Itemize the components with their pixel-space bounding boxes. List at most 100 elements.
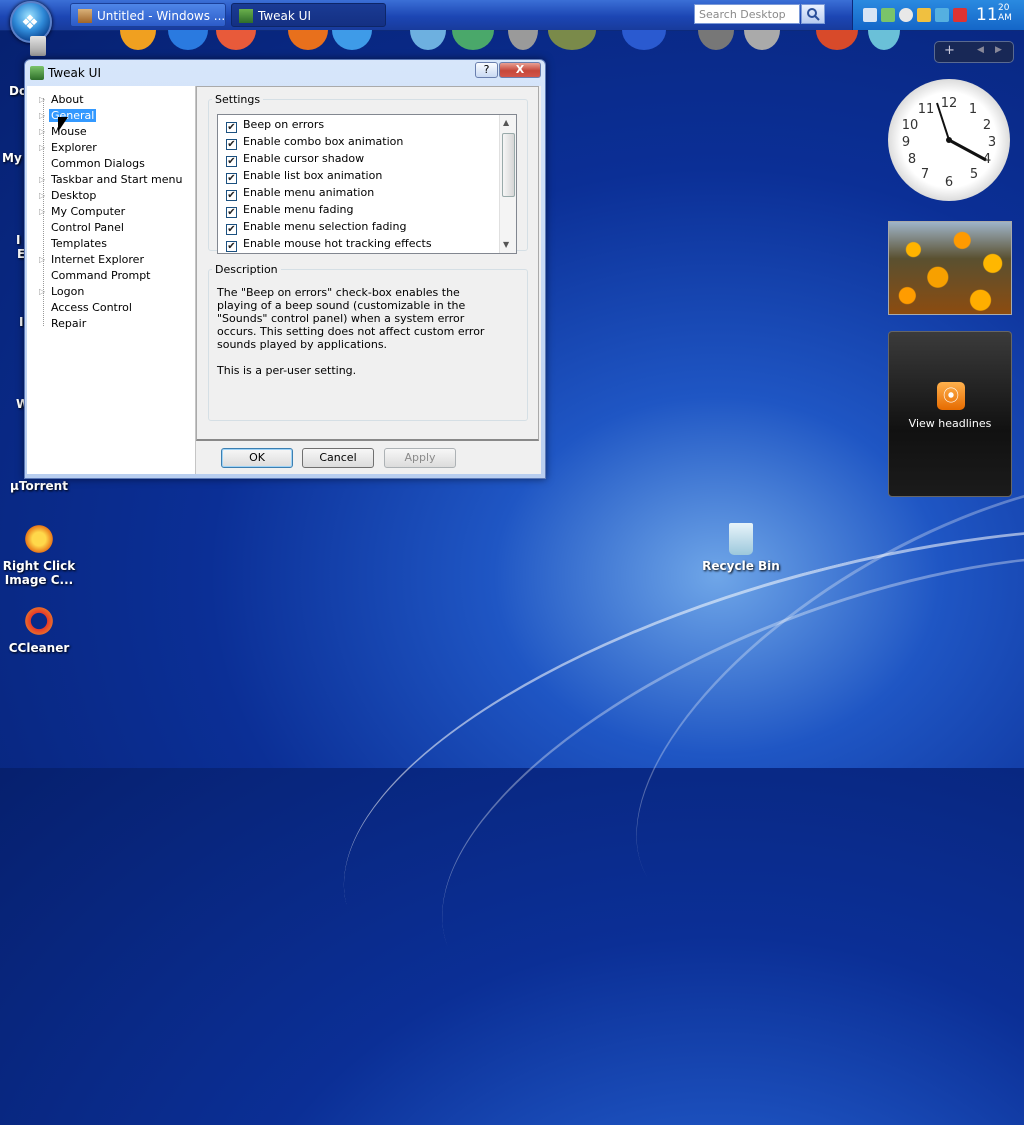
tree-item[interactable]: ▷ My Computer	[39, 204, 127, 220]
search-tray-icon[interactable]	[899, 8, 913, 22]
clock-gadget[interactable]: 12 1 2 345 678 9 10 11	[888, 79, 1010, 201]
desktop-icon-label: Recycle Bin	[702, 559, 780, 573]
desktop-icon-recycle-bin[interactable]: Recycle Bin	[699, 523, 783, 573]
cancel-button[interactable]: Cancel	[302, 448, 374, 468]
shield-icon[interactable]	[953, 8, 967, 22]
close-icon: X	[515, 63, 525, 76]
dock-ie-icon[interactable]	[332, 30, 372, 50]
dock-p-icon[interactable]	[622, 30, 666, 50]
expand-arrow-icon[interactable]: ▷	[39, 204, 49, 220]
tree-item[interactable]: ▷ About	[39, 92, 86, 108]
network-icon[interactable]	[881, 8, 895, 22]
apply-button[interactable]: Apply	[384, 448, 456, 468]
dock-webcam-icon[interactable]	[698, 30, 734, 50]
checkbox[interactable]: ✔	[226, 207, 237, 218]
tweak-ui-window: Tweak UI ? X ▷ About ▷ General ▷ Mouse ▷ Explor…	[24, 59, 546, 479]
scroll-down-icon[interactable]: ▼	[503, 240, 509, 249]
clock-minute[interactable]: 20 AM	[998, 3, 1012, 23]
taskbar-button-untitled[interactable]: Untitled - Windows ...	[70, 3, 226, 27]
checkbox[interactable]: ✔	[226, 190, 237, 201]
tree-item[interactable]: ▷ Taskbar and Start menu	[39, 172, 184, 188]
expand-arrow-icon[interactable]: ▷	[39, 92, 49, 108]
tree-item-label: Access Control	[51, 301, 132, 314]
mouse-cursor-icon	[58, 117, 68, 132]
tree-item[interactable]: ▷ Internet Explorer	[39, 252, 146, 268]
dock-books-icon[interactable]	[548, 30, 596, 50]
dock-document-icon[interactable]	[508, 30, 538, 50]
desktop-icon-label-partial[interactable]: I	[16, 233, 20, 247]
settings-scrollbar[interactable]: ▲ ▼	[499, 115, 516, 253]
expand-arrow-icon[interactable]: ▷	[39, 172, 49, 188]
dock-itunes-icon[interactable]	[216, 30, 256, 50]
computer-icon[interactable]	[30, 36, 46, 56]
search-desktop-input[interactable]: Search Desktop	[694, 4, 800, 24]
tree-item[interactable]: Control Panel	[39, 220, 126, 236]
clock-hour[interactable]: 11	[976, 5, 998, 25]
tree-item[interactable]: Common Dialogs	[39, 156, 147, 172]
skype-icon[interactable]	[935, 8, 949, 22]
settings-checkbox-row[interactable]: ✔ Enable list box animation	[226, 167, 382, 184]
svg-text:1: 1	[969, 102, 977, 117]
add-gadget-icon[interactable]: +	[944, 43, 955, 58]
settings-checkbox-row[interactable]: ✔ Enable mouse hot tracking effects	[226, 235, 432, 252]
checkbox[interactable]: ✔	[226, 173, 237, 184]
desktop-icon-ccleaner[interactable]: CCleaner	[0, 605, 81, 655]
previous-icon[interactable]: ◀	[977, 45, 984, 55]
dock-cd-icon[interactable]	[744, 30, 780, 50]
dock-monitor-icon[interactable]	[452, 30, 494, 50]
settings-checkbox-row[interactable]: ✔ Enable combo box animation	[226, 133, 403, 150]
tree-item[interactable]: ▷ Desktop	[39, 188, 98, 204]
app-tray-icon[interactable]	[917, 8, 931, 22]
description-paragraph: This is a per-user setting.	[217, 364, 357, 377]
expand-arrow-icon[interactable]: ▷	[39, 252, 49, 268]
dock-app-icon[interactable]	[410, 30, 446, 50]
settings-checkbox-row[interactable]: ✔ Enable menu fading	[226, 201, 354, 218]
feed-headlines-gadget[interactable]: ⦿ View headlines	[888, 331, 1012, 497]
desktop-icon-label-partial[interactable]: I	[19, 315, 23, 329]
search-icon	[807, 8, 820, 21]
expand-arrow-icon[interactable]: ▷	[39, 284, 49, 300]
tree-item[interactable]: Access Control	[39, 300, 134, 316]
tree-item[interactable]: Command Prompt	[39, 268, 153, 284]
expand-arrow-icon[interactable]: ▷	[39, 124, 49, 140]
taskbar-button-tweak-ui[interactable]: Tweak UI	[231, 3, 386, 27]
dock-flash-icon[interactable]	[120, 30, 156, 50]
checkbox[interactable]: ✔	[226, 241, 237, 252]
expand-arrow-icon[interactable]: ▷	[39, 108, 49, 124]
settings-checkbox-row[interactable]: ✔ Beep on errors	[226, 116, 324, 133]
search-button[interactable]	[801, 4, 825, 24]
desktop-icon-utorrent[interactable]: µTorrent	[0, 479, 81, 493]
ok-button[interactable]: OK	[221, 448, 293, 468]
category-tree[interactable]: ▷ About ▷ General ▷ Mouse ▷ Explorer Common Dial…	[27, 86, 196, 474]
expand-arrow-icon[interactable]: ▷	[39, 188, 49, 204]
tree-item[interactable]: ▷ Explorer	[39, 140, 99, 156]
checkbox[interactable]: ✔	[226, 224, 237, 235]
dock-recycle-icon[interactable]	[868, 30, 900, 50]
checkbox[interactable]: ✔	[226, 156, 237, 167]
dock-media-player-icon[interactable]	[168, 30, 208, 50]
rss-icon: ⦿	[937, 382, 965, 410]
next-icon[interactable]: ▶	[995, 45, 1002, 55]
settings-checkbox-row[interactable]: ✔ Enable cursor shadow	[226, 150, 364, 167]
dock-red-app-icon[interactable]	[816, 30, 858, 50]
close-button[interactable]: X	[499, 62, 541, 78]
desktop-icon-label-partial[interactable]: My	[2, 151, 22, 165]
help-button[interactable]: ?	[475, 62, 498, 78]
settings-checkbox-row[interactable]: ✔ Enable menu selection fading	[226, 218, 406, 235]
scroll-up-icon[interactable]: ▲	[503, 118, 509, 127]
settings-list[interactable]: ✔ Beep on errors ✔ Enable combo box animati…	[217, 114, 517, 254]
tree-item[interactable]: Repair	[39, 316, 88, 332]
checkbox[interactable]: ✔	[226, 139, 237, 150]
desktop-icon-right-click-image[interactable]: Right Click Image C...	[0, 523, 81, 587]
slideshow-gadget[interactable]	[888, 221, 1012, 315]
scroll-thumb[interactable]	[502, 133, 515, 197]
settings-checkbox-row[interactable]: ✔ Enable menu animation	[226, 184, 374, 201]
checkbox[interactable]: ✔	[226, 122, 237, 133]
dock-firefox-icon[interactable]	[288, 30, 328, 50]
view-headlines-label[interactable]: View headlines	[889, 417, 1011, 430]
expand-arrow-icon[interactable]: ▷	[39, 140, 49, 156]
tree-item[interactable]: Templates	[39, 236, 109, 252]
volume-icon[interactable]	[863, 8, 877, 22]
settings-panel: Settings ✔ Beep on errors ✔ Enable combo bo…	[196, 86, 539, 441]
tree-item[interactable]: ▷ Logon	[39, 284, 86, 300]
